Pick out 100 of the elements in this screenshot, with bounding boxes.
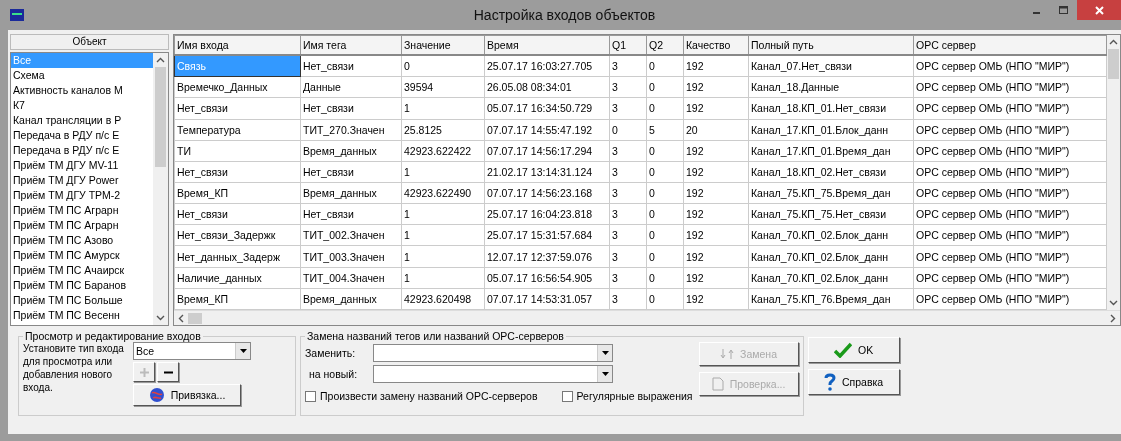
table-cell: Время_данных [300,140,402,162]
table-cell: OPC сервер ОМЬ (НПО "МИР") [913,140,1107,162]
bind-button[interactable]: Привязка... [133,384,241,406]
table-cell: 25.07.17 15:31:57.684 [484,224,610,246]
plus-icon [139,367,149,377]
table-cell: Время_КП [174,182,301,204]
chevron-right-icon[interactable] [1110,313,1116,323]
chevron-up-icon[interactable] [156,57,165,63]
list-item[interactable]: Приём ТМ ПС Баранов [11,278,153,293]
table-cell: 5 [646,119,684,141]
list-item[interactable]: Приём ТМ ПС Больше [11,293,153,308]
table-cell: Канал_17.КП_01.Время_дан [748,140,914,162]
table-cell: 0 [646,55,684,77]
table-cell: Нет_связи [174,97,301,119]
table-cell: Канал_70.КП_02.Блок_данн [748,267,914,289]
list-item[interactable]: Приём ТМ ДГУ MV-11 [11,158,153,173]
list-item[interactable]: Приём ТМ ПС Аграрн [11,203,153,218]
table-cell: Канал_75.КП_75.Нет_связи [748,203,914,225]
column-header[interactable]: Полный путь [748,35,914,55]
field-label: Заменить: [305,347,357,359]
chevron-down-icon[interactable] [1109,300,1118,306]
table-cell: 0 [646,288,684,310]
checkbox-label: Произвести замену названий OPC-серверов [320,390,538,402]
table-cell: OPC сервер ОМЬ (НПО "МИР") [913,267,1107,289]
ok-button[interactable]: OK [807,337,900,363]
table-cell: 0 [646,97,684,119]
vertical-scrollbar[interactable] [153,53,168,325]
close-button[interactable] [1077,0,1121,20]
column-header[interactable]: Имя входа [174,35,301,55]
table-cell: OPC сервер ОМЬ (НПО "МИР") [913,76,1107,98]
table-cell: Нет_связи_Задержк [174,224,301,246]
table-cell: 192 [683,203,749,225]
list-item[interactable]: Передача в РДУ п/с Е [11,143,153,158]
field-label: на новый: [308,368,359,380]
column-header[interactable]: Q1 [609,35,647,55]
horizontal-scrollbar[interactable] [174,310,1120,325]
table-cell: ТИТ_270.Значен [300,119,402,141]
table-cell: 05.07.17 16:56:54.905 [484,267,610,289]
scroll-thumb[interactable] [1108,49,1119,79]
list-item[interactable]: Схема [11,68,153,83]
globe-icon [148,387,165,403]
vertical-scrollbar[interactable] [1107,35,1120,310]
list-item[interactable]: Приём ТМ ПС Азово [11,233,153,248]
table-cell: 1 [401,245,485,268]
chevron-up-icon[interactable] [1109,39,1118,45]
list-item[interactable]: Канал трансляции в Р [11,113,153,128]
column-header[interactable]: Объект [10,34,169,50]
table-cell: 192 [683,245,749,268]
hint-text: Установите тип входа для просмотра или добавления нового входа. [23,342,125,395]
table-cell: Времечко_Данных [174,76,301,98]
column-header[interactable]: OPC сервер [913,35,1107,55]
swap-icon [720,347,735,361]
list-item[interactable]: Активность каналов М [11,83,153,98]
column-header[interactable]: Время [484,35,610,55]
group-title: Замена названий тегов или названий OPC-серверов [306,330,565,342]
list-item[interactable]: Приём ТМ ДГУ Power [11,173,153,188]
column-header[interactable]: Значение [401,35,485,55]
list-item[interactable]: Приём ТМ ДГУ ТРМ-2 [11,188,153,203]
list-item[interactable]: Передача в РДУ п/с Е [11,128,153,143]
table-cell: 25.07.17 16:04:23.818 [484,203,610,225]
table-cell: OPC сервер ОМЬ (НПО "МИР") [913,182,1107,204]
chevron-down-icon[interactable] [156,315,165,321]
table-cell: OPC сервер ОМЬ (НПО "МИР") [913,119,1107,141]
table-cell: 39594 [401,76,485,98]
table-cell: 1 [401,161,485,183]
table-cell: Время_данных [300,288,402,310]
type-dropdown[interactable]: Все [133,342,251,360]
dropdown-arrow-icon[interactable] [601,372,609,376]
checkbox[interactable] [561,390,573,402]
table-cell: 192 [683,97,749,119]
table-cell: Время_данных [300,182,402,204]
list-item[interactable]: Приём ТМ ПС Весенн [11,308,153,323]
dropdown-arrow-icon[interactable] [601,351,609,355]
list-item[interactable]: К7 [11,98,153,113]
column-header[interactable]: Имя тега [300,35,402,55]
checkbox[interactable] [305,390,316,402]
scroll-thumb[interactable] [188,312,202,324]
column-header[interactable]: Качество [683,35,749,55]
list-item[interactable]: Приём ТМ ПС Аграрн [11,218,153,233]
table-cell: 0 [646,161,684,183]
scroll-thumb[interactable] [155,67,166,167]
table-cell: 3 [609,140,647,162]
chevron-left-icon[interactable] [178,313,184,323]
column-header[interactable]: Q2 [646,35,684,55]
table-cell: 0 [646,76,684,98]
remove-button[interactable] [157,362,179,382]
list-item[interactable]: Приём ТМ ПС Амурск [11,248,153,263]
table-cell: OPC сервер ОМЬ (НПО "МИР") [913,288,1107,310]
table-cell: Наличие_данных [174,267,301,289]
table-cell: 25.8125 [401,119,485,141]
table-cell: 192 [683,161,749,183]
table-cell: 26.05.08 08:34:01 [484,76,610,98]
table-cell: 0 [401,55,485,77]
maximize-icon [1059,5,1068,15]
dropdown-arrow-icon[interactable] [239,349,247,353]
table-cell: OPC сервер ОМЬ (НПО "МИР") [913,161,1107,183]
checkmark-icon [833,342,852,358]
list-item[interactable]: Приём ТМ ПС Ачаирск [11,263,153,278]
table-cell: 07.07.17 14:56:17.294 [484,140,610,162]
help-button[interactable]: Справка [807,369,900,395]
